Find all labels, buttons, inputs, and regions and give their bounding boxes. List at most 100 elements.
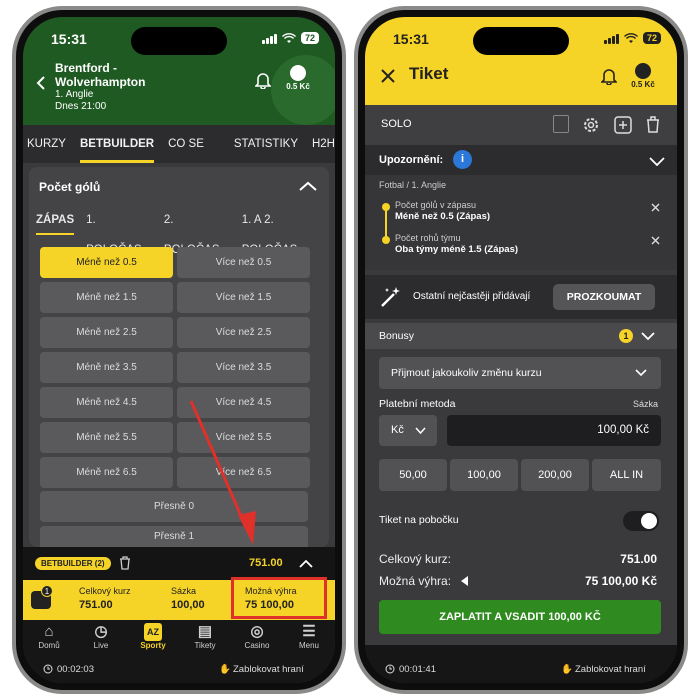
odds-button[interactable]: Více než 2.5 [177, 317, 310, 348]
left-phone: 15:31 72 Brentford - Wolverhampton 1. An… [12, 6, 346, 694]
chevron-down-icon [415, 427, 426, 434]
tab-kurzy[interactable]: KURZY [27, 125, 66, 163]
selection-market: Počet gólů v zápasu [395, 200, 477, 210]
odds-button[interactable]: Méně než 1.5 [40, 282, 173, 313]
tab-betbuilder[interactable]: BETBUILDER [79, 125, 155, 163]
remove-selection-icon[interactable] [651, 203, 660, 212]
warning-label: Upozornění: [379, 154, 444, 166]
remove-selection-icon[interactable] [651, 236, 660, 245]
hand-icon: ✋ [219, 664, 231, 675]
selection-market: Počet rohů týmu [395, 233, 461, 243]
sort-icon[interactable] [553, 115, 569, 133]
mode-label: SOLO [381, 118, 412, 130]
odds-button[interactable]: Méně než 6.5 [40, 457, 173, 488]
match-date: Dnes 21:00 [55, 101, 107, 112]
dynamic-island [473, 27, 569, 55]
selection-dot [382, 236, 390, 244]
quick-stake-200[interactable]: 200,00 [521, 459, 589, 491]
chevron-down-icon [635, 369, 647, 377]
nav-item-stopwatch[interactable]: ◷ Live [75, 620, 127, 658]
odds-change-select[interactable]: Přijmout jakoukoliv změnu kurzu [379, 357, 661, 389]
home-icon: ⌂ [44, 623, 54, 640]
close-icon[interactable] [381, 69, 395, 83]
ticket-icon: ▤ [197, 623, 213, 640]
selection-list: Fotbal / 1. Anglie Počet gólů v zápasu M… [365, 175, 677, 270]
subtab-1-a-2-polocas[interactable]: 1. A 2. POLOČAS [242, 205, 329, 256]
bell-icon[interactable] [255, 71, 271, 89]
selection-pick: Oba týmy méně 1.5 (Zápas) [395, 244, 519, 255]
nav-item-sports[interactable]: AZ Sporty [127, 620, 179, 658]
bottom-info-bar: 00:01:41 ✋ Zablokovat hraní [365, 645, 677, 683]
bell-icon[interactable] [601, 67, 617, 85]
pay-and-bet-button[interactable]: ZAPLATIT A VSADIT 100,00 KČ [379, 600, 661, 634]
currency-select[interactable]: Kč [379, 415, 437, 446]
block-gambling-link[interactable]: Zablokovat hraní [575, 664, 646, 675]
add-icon[interactable] [614, 116, 632, 134]
back-arrow-icon[interactable] [35, 75, 47, 91]
odds-button[interactable]: Více než 3.5 [177, 352, 310, 383]
quick-stake-all-in[interactable]: ALL IN [592, 459, 661, 491]
market-card: Počet gólů ZÁPAS 1. POLOČAS 2. POLOČAS 1… [29, 167, 329, 547]
odds-button[interactable]: Méně než 5.5 [40, 422, 173, 453]
win-value: 75 100,00 [245, 599, 294, 611]
tab-statistiky[interactable]: STATISTIKY [234, 125, 298, 163]
odds-button[interactable]: Méně než 3.5 [40, 352, 173, 383]
odds-button[interactable]: Více než 0.5 [177, 247, 310, 278]
ticket-toolbar: SOLO [365, 105, 677, 145]
stake-label: Sázka [171, 586, 197, 596]
ticket-summary[interactable]: 1 Celkový kurz 751.00 Sázka 100,00 Možná… [23, 577, 335, 620]
stake-value: 100,00 [171, 599, 205, 611]
period-tabs: ZÁPAS 1. POLOČAS 2. POLOČAS 1. A 2. POLO… [29, 205, 329, 256]
nav-item-home[interactable]: ⌂ Domů [23, 620, 75, 658]
nav-item-menu[interactable]: ☰ Menu [283, 620, 335, 658]
nav-item-ticket[interactable]: ▤ Tikety [179, 620, 231, 658]
quick-stake-100[interactable]: 100,00 [450, 459, 518, 491]
match-title-line2: Wolverhampton [55, 75, 146, 89]
tab-h2h[interactable]: H2H [312, 125, 335, 163]
gear-icon[interactable] [582, 116, 600, 134]
session-timer: 00:01:41 [399, 664, 436, 675]
triangle-left-icon [461, 576, 468, 586]
account-button[interactable]: 0.5 Kč [285, 65, 311, 91]
signal-icon [261, 33, 277, 44]
explore-button[interactable]: PROZKOUMAT [553, 284, 655, 310]
odds-button[interactable]: Méně než 0.5 [40, 247, 173, 278]
menu-icon: ☰ [302, 623, 316, 640]
quick-stake-50[interactable]: 50,00 [379, 459, 447, 491]
bonus-label: Bonusy [379, 330, 415, 342]
odds-change-value: Přijmout jakoukoliv změnu kurzu [391, 367, 542, 379]
trash-icon[interactable] [646, 116, 660, 133]
trash-icon[interactable] [119, 556, 131, 570]
betbuilder-odds: 751.00 [249, 557, 283, 569]
odds-button[interactable]: Více než 1.5 [177, 282, 310, 313]
bonus-row[interactable]: Bonusy 1 [365, 323, 677, 349]
subtab-2-polocas[interactable]: 2. POLOČAS [164, 205, 230, 256]
subtab-zapas[interactable]: ZÁPAS [36, 205, 75, 235]
subtab-1-polocas[interactable]: 1. POLOČAS [86, 205, 152, 256]
tab-co-se-sazi[interactable]: CO SE SÁZÍ [168, 125, 220, 188]
annotation-arrow [189, 400, 256, 545]
odds-button[interactable]: Přesně 0 [40, 491, 308, 522]
odds-button[interactable]: Přesně 1 [40, 526, 308, 547]
account-button[interactable]: 0.5 Kč [629, 63, 657, 89]
clock-icon [385, 664, 395, 674]
warning-row[interactable]: Upozornění: i [365, 145, 677, 175]
nav-label: Casino [244, 641, 270, 650]
nav-item-casino[interactable]: ◎ Casino [231, 620, 283, 658]
stake-input[interactable]: 100,00 Kč [447, 415, 661, 446]
odds-button[interactable]: Méně než 4.5 [40, 387, 173, 418]
wifi-icon [281, 32, 296, 43]
casino-icon: ◎ [250, 623, 264, 640]
odds-button[interactable]: Méně než 2.5 [40, 317, 173, 348]
betbuilder-bar[interactable]: BETBUILDER (2) 751.00 [23, 547, 335, 580]
selection-item: Počet gólů v zápasu Méně než 0.5 (Zápas) [395, 200, 490, 222]
nav-label: Live [93, 641, 109, 650]
info-icon[interactable]: i [453, 150, 472, 169]
match-screen: 15:31 72 Brentford - Wolverhampton 1. An… [23, 17, 335, 683]
chevron-up-icon[interactable] [299, 181, 317, 191]
block-gambling-link[interactable]: Zablokovat hraní [233, 664, 304, 675]
branch-toggle[interactable] [623, 511, 659, 531]
wifi-icon [623, 32, 638, 43]
chevron-up-icon[interactable] [299, 559, 313, 568]
stake-label: Sázka [633, 399, 659, 409]
